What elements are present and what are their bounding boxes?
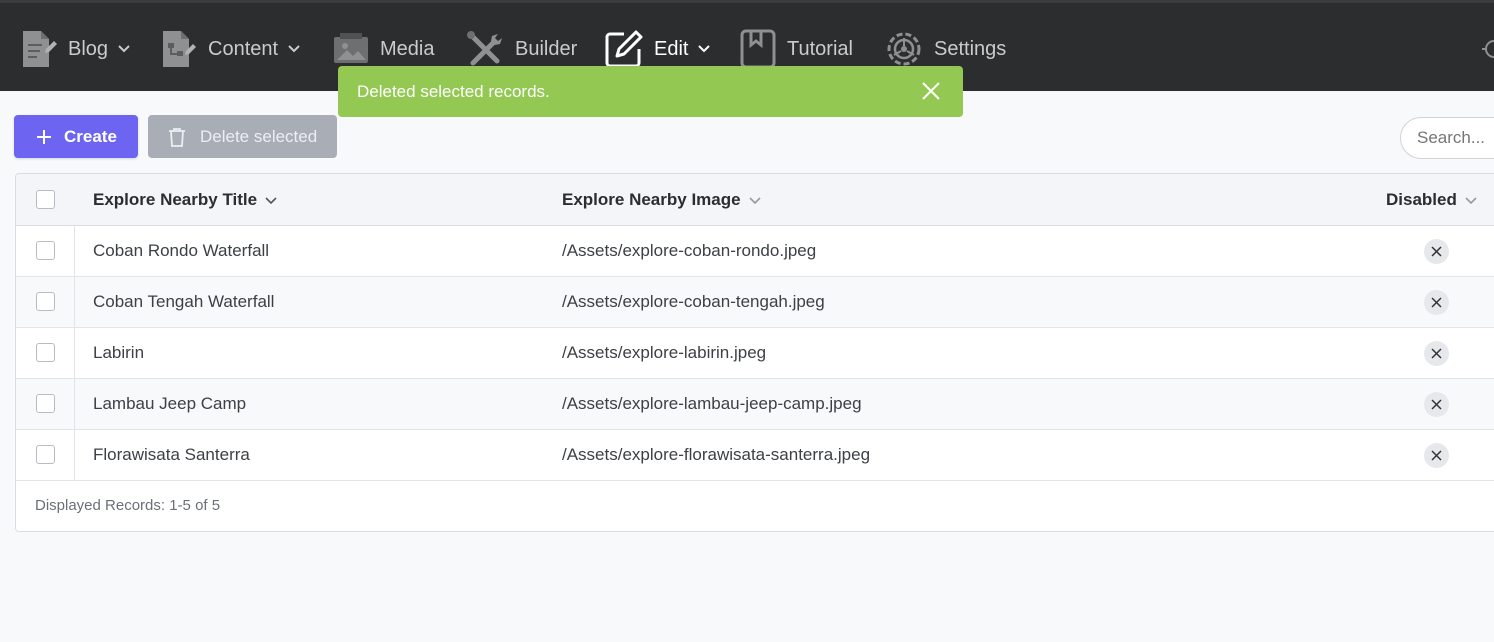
create-button-label: Create [64, 126, 117, 146]
row-checkbox[interactable] [36, 343, 55, 362]
builder-icon [467, 31, 502, 66]
table-row[interactable]: Coban Tengah Waterfall /Assets/explore-c… [16, 277, 1494, 328]
success-toast: Deleted selected records. [338, 66, 963, 117]
close-icon [1431, 399, 1442, 410]
content-icon [163, 31, 196, 67]
chevron-down-icon [1465, 197, 1477, 205]
column-label: Disabled [1386, 190, 1457, 209]
toast-message: Deleted selected records. [357, 81, 550, 101]
table-row[interactable]: Coban Rondo Waterfall /Assets/explore-co… [16, 226, 1494, 277]
delete-selected-button[interactable]: Delete selected [148, 115, 337, 158]
nav-item-label: Blog [68, 37, 109, 60]
cell-image-path: /Assets/explore-florawisata-santerra.jpe… [562, 445, 871, 464]
nav-item-label: Settings [934, 37, 1007, 60]
nav-item-label: Content [208, 37, 279, 60]
row-checkbox[interactable] [36, 292, 55, 311]
media-icon [334, 33, 368, 63]
edit-icon [605, 30, 643, 68]
cell-title: Florawisata Santerra [93, 445, 250, 464]
cell-title: Labirin [93, 343, 145, 362]
table-row[interactable]: Florawisata Santerra /Assets/explore-flo… [16, 430, 1494, 481]
close-icon[interactable] [920, 80, 942, 102]
settings-icon [887, 32, 921, 66]
column-header-image[interactable]: Explore Nearby Image [562, 190, 761, 210]
column-header-title[interactable]: Explore Nearby Title [93, 190, 277, 210]
table-row[interactable]: Lambau Jeep Camp /Assets/explore-lambau-… [16, 379, 1494, 430]
partial-icon[interactable] [1480, 37, 1494, 61]
plus-icon [37, 129, 51, 144]
nav-item-label: Edit [654, 37, 689, 60]
cell-image-path: /Assets/explore-coban-tengah.jpeg [562, 292, 825, 311]
nav-item-label: Builder [515, 37, 578, 60]
search-input[interactable] [1400, 117, 1494, 159]
column-label: Explore Nearby Title [93, 190, 258, 209]
disabled-false-badge [1424, 392, 1449, 417]
table-header: Explore Nearby Title Explore Nearby Imag… [16, 174, 1494, 226]
disabled-false-badge [1424, 341, 1449, 366]
nav-item-label: Media [380, 37, 435, 60]
row-checkbox[interactable] [36, 445, 55, 464]
cell-image-path: /Assets/explore-labirin.jpeg [562, 343, 767, 362]
blog-icon [23, 31, 57, 67]
cell-image-path: /Assets/explore-lambau-jeep-camp.jpeg [562, 394, 862, 413]
nav-item-content[interactable]: Content [160, 25, 300, 73]
close-icon [1431, 297, 1442, 308]
column-label: Explore Nearby Image [562, 190, 741, 209]
cell-title: Lambau Jeep Camp [93, 394, 247, 413]
close-icon [1431, 246, 1442, 257]
chevron-down-icon [749, 197, 761, 205]
create-button[interactable]: Create [14, 115, 138, 158]
chevron-down-icon [698, 45, 711, 53]
disabled-false-badge [1424, 443, 1449, 468]
disabled-false-badge [1424, 290, 1449, 315]
row-checkbox[interactable] [36, 241, 55, 260]
nav-item-label: Tutorial [787, 37, 853, 60]
pagination-summary: Displayed Records: 1-5 of 5 [35, 497, 221, 514]
row-checkbox[interactable] [36, 394, 55, 413]
cell-image-path: /Assets/explore-coban-rondo.jpeg [562, 241, 817, 260]
close-icon [1431, 450, 1442, 461]
chevron-down-icon [288, 45, 300, 53]
column-header-disabled[interactable]: Disabled [1386, 190, 1477, 210]
table-row[interactable]: Labirin /Assets/explore-labirin.jpeg [16, 328, 1494, 379]
select-all-checkbox[interactable] [36, 190, 55, 209]
disabled-false-badge [1424, 239, 1449, 264]
chevron-down-icon [265, 197, 277, 205]
trash-icon [169, 127, 185, 147]
nav-item-blog[interactable]: Blog [20, 25, 130, 73]
tutorial-icon [740, 29, 776, 69]
selection-column-divider [74, 226, 75, 481]
delete-button-label: Delete selected [200, 126, 318, 146]
chevron-down-icon [118, 45, 130, 53]
cell-title: Coban Rondo Waterfall [93, 241, 270, 260]
records-table: Explore Nearby Title Explore Nearby Imag… [15, 173, 1494, 532]
cell-title: Coban Tengah Waterfall [93, 292, 275, 311]
close-icon [1431, 348, 1442, 359]
